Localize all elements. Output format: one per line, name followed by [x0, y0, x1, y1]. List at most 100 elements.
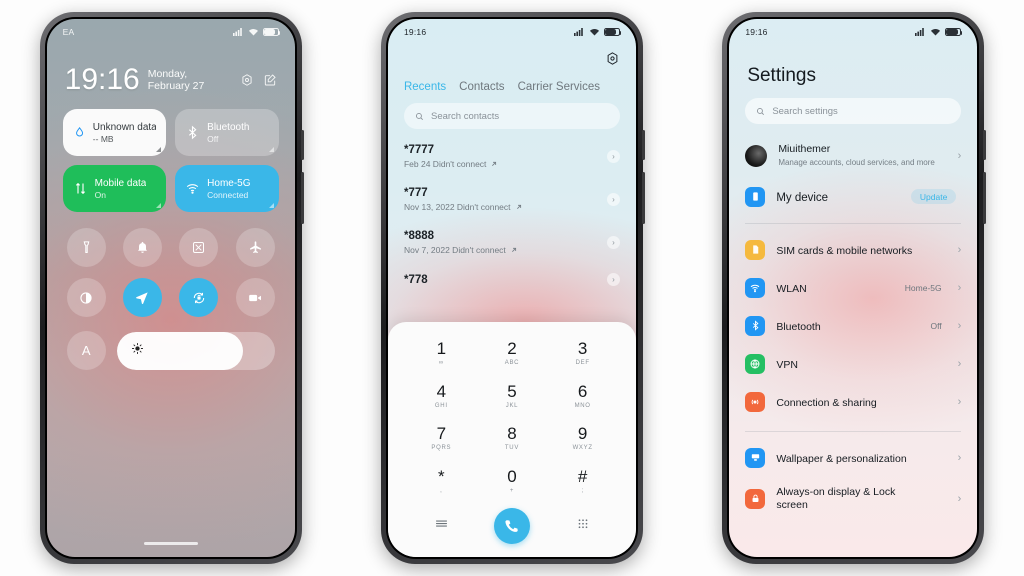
search-placeholder: Search contacts [430, 110, 500, 122]
dark-mode-toggle[interactable] [66, 278, 106, 317]
silent-toggle[interactable] [122, 228, 162, 267]
call-list-item[interactable]: *778 › [388, 264, 636, 295]
battery-icon [945, 28, 963, 36]
tab-carrier-services[interactable]: Carrier Services [518, 81, 600, 93]
dialer-settings-row [388, 45, 636, 71]
call-number: *777 [403, 187, 428, 199]
power-button[interactable] [983, 130, 987, 160]
dialpad-key-4[interactable]: 4 GHI [406, 375, 477, 418]
dialpad-key-5[interactable]: 5 JKL [477, 375, 548, 418]
dialpad-digit: 8 [507, 424, 517, 444]
call-button[interactable] [493, 508, 530, 544]
tile-bluetooth[interactable]: Bluetooth Off [175, 109, 279, 156]
dialpad-grid-icon[interactable] [576, 517, 590, 536]
tab-recents[interactable]: Recents [404, 81, 446, 93]
settings-row-account[interactable]: Miuithemer Manage accounts, cloud servic… [729, 134, 977, 178]
call-list-item[interactable]: *7777 Feb 24 Didn't connect › [388, 135, 636, 178]
outgoing-arrow-icon [516, 204, 521, 209]
call-meta: Nov 7, 2022 Didn't connect [403, 245, 506, 255]
settings-group-personalization: Wallpaper & personalization › Always-on … [729, 439, 977, 521]
water-drop-icon [75, 127, 83, 137]
rotation-lock-toggle[interactable] [179, 278, 219, 317]
dialpad-digit: 1 [436, 338, 447, 358]
phone-device-icon [745, 186, 766, 207]
tile-wifi[interactable]: Home-5G Connected [175, 165, 279, 212]
dialpad-key-2[interactable]: 2 ABC [477, 332, 548, 375]
search-settings-input[interactable]: Search settings [745, 98, 962, 124]
settings-row-bluetooth[interactable]: Bluetooth Off › [729, 307, 977, 345]
dialpad-key-9[interactable]: 9 WXYZ [547, 418, 618, 461]
search-contacts-input[interactable]: Search contacts [403, 103, 620, 129]
call-list-item[interactable]: *777 Nov 13, 2022 Didn't connect › [388, 178, 636, 221]
call-list-item[interactable]: *8888 Nov 7, 2022 Didn't connect › [388, 221, 636, 264]
auto-brightness-toggle[interactable]: A [66, 331, 106, 370]
volume-button[interactable] [641, 172, 645, 224]
battery-icon [603, 28, 621, 36]
gear-icon[interactable] [240, 73, 254, 92]
tile-data-usage[interactable]: Unknown data p -- MB [62, 109, 167, 156]
dialpad-key-3[interactable]: 3 DEF [547, 332, 618, 375]
settings-row-connection-sharing[interactable]: Connection & sharing › [729, 383, 977, 421]
volume-button[interactable] [983, 172, 987, 224]
location-toggle[interactable] [122, 278, 162, 317]
brightness-slider[interactable] [116, 331, 275, 370]
status-icons [573, 28, 621, 36]
airplane-mode-toggle[interactable] [235, 228, 275, 267]
settings-row-wallpaper[interactable]: Wallpaper & personalization › [729, 439, 977, 477]
dialpad-key-star[interactable]: * , [406, 460, 477, 503]
screen-record-toggle[interactable] [235, 278, 275, 317]
hamburger-menu-icon[interactable] [434, 516, 449, 536]
settings-row-my-device[interactable]: My device Update [729, 178, 977, 216]
rotation-lock-icon [193, 292, 205, 303]
status-icons [232, 28, 280, 36]
settings-row-vpn[interactable]: VPN › [729, 345, 977, 383]
device-label: My device [776, 191, 829, 204]
dialpad-key-hash[interactable]: # ; [547, 460, 618, 503]
chevron-right-icon: › [957, 451, 962, 464]
tile-corner-handle [156, 147, 162, 152]
chevron-right-icon[interactable]: › [606, 150, 620, 163]
dialpad-key-0[interactable]: 0 + [477, 460, 548, 503]
chevron-right-icon[interactable]: › [606, 273, 620, 286]
status-badge[interactable]: Update [910, 189, 957, 205]
chevron-right-icon[interactable]: › [606, 236, 620, 249]
tile-mobile-data[interactable]: Mobile data On [62, 165, 167, 212]
phone-settings: 19:16 Settings Search settings Miuitheme… [722, 12, 987, 564]
volume-button[interactable] [300, 172, 304, 224]
home-indicator[interactable] [143, 541, 198, 545]
page-title: Settings [747, 65, 816, 86]
flashlight-toggle[interactable] [66, 228, 106, 267]
call-number: *778 [403, 273, 428, 286]
settings-row-sim-cards[interactable]: SIM cards & mobile networks › [729, 231, 977, 269]
flashlight-icon [83, 241, 90, 254]
dialpad-key-1[interactable]: 1 ∞ [406, 332, 477, 375]
chevron-right-icon: › [957, 319, 962, 332]
gear-icon[interactable] [605, 51, 620, 71]
tile-sub: On [94, 189, 106, 200]
power-button[interactable] [641, 130, 645, 160]
tab-contacts[interactable]: Contacts [459, 81, 504, 93]
clock-row: 19:16 Monday, February 27 [47, 45, 295, 95]
wifi-icon [186, 184, 199, 194]
dialpad-key-7[interactable]: 7 PQRS [406, 418, 477, 461]
dialpad-sub: PQRS [431, 445, 452, 452]
dialpad-grid: 1 ∞ 2 ABC 3 DEF 4 GHI 5 JKL 6 MNO 7 PQRS… [406, 332, 618, 503]
signal-bars-icon [232, 28, 242, 36]
settings-row-wlan[interactable]: WLAN Home-5G › [729, 269, 977, 307]
dialpad-key-6[interactable]: 6 MNO [547, 375, 618, 418]
dialpad-sub: DEF [575, 359, 590, 366]
dialer-tabs: Recents Contacts Carrier Services [388, 71, 636, 93]
screenshot-toggle[interactable] [179, 228, 219, 267]
edit-icon[interactable] [263, 73, 277, 92]
power-button[interactable] [300, 130, 304, 160]
settings-label: Connection & sharing [776, 396, 877, 409]
call-meta: Feb 24 Didn't connect [403, 159, 487, 169]
settings-row-aod-lockscreen[interactable]: Always-on display & Lock screen › [729, 477, 977, 521]
wallpaper-icon [745, 447, 766, 468]
dialpad-key-8[interactable]: 8 TUV [477, 418, 548, 461]
phone-handset-icon [505, 519, 519, 532]
tile-sub: Connected [207, 189, 249, 200]
chevron-right-icon[interactable]: › [606, 193, 620, 206]
dialpad-actions [406, 503, 618, 549]
auto-brightness-label: A [81, 343, 91, 358]
